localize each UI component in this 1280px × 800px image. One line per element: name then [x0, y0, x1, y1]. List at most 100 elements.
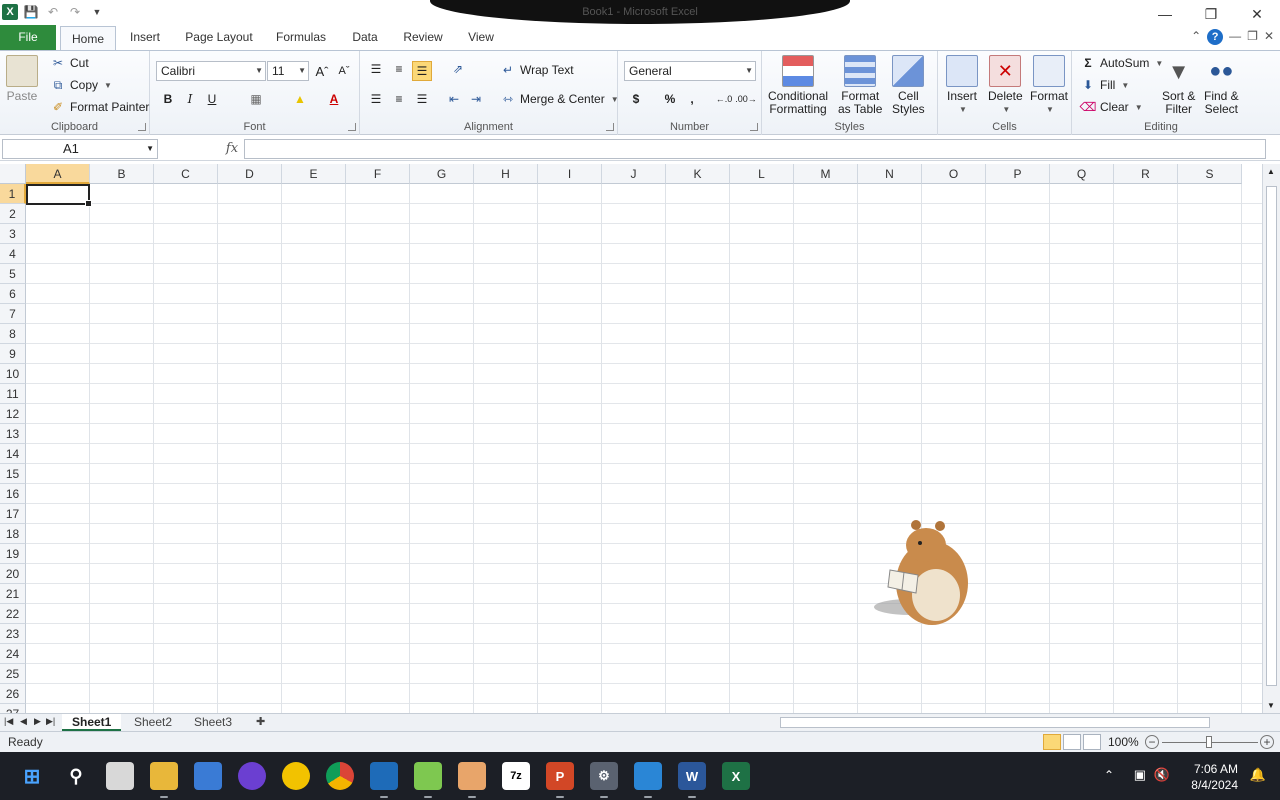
virtualbox-icon[interactable]: [370, 762, 398, 798]
yellow-app-icon[interactable]: [282, 762, 310, 790]
row-header[interactable]: 22: [0, 604, 26, 624]
normal-view-icon[interactable]: [1043, 734, 1061, 750]
fill-color-icon[interactable]: ▲: [290, 89, 310, 109]
powerpoint-icon[interactable]: P: [546, 762, 574, 798]
column-header[interactable]: O: [922, 164, 986, 184]
insert-cells-button[interactable]: Insert ▼: [946, 55, 978, 116]
zoom-slider-thumb[interactable]: [1206, 736, 1212, 748]
underline-button[interactable]: U: [202, 89, 222, 109]
number-launcher-icon[interactable]: [750, 123, 758, 131]
row-header[interactable]: 8: [0, 324, 26, 344]
insert-sheet-icon[interactable]: ✚: [246, 714, 275, 731]
photos-icon[interactable]: [634, 762, 662, 798]
clock[interactable]: 7:06 AM 8/4/2024: [1191, 761, 1238, 793]
wrap-text-button[interactable]: ↵ Wrap Text: [500, 62, 574, 78]
tab-home[interactable]: Home: [60, 26, 116, 51]
font-launcher-icon[interactable]: [348, 123, 356, 131]
column-header[interactable]: B: [90, 164, 154, 184]
wb-minimize-icon[interactable]: —: [1229, 29, 1241, 45]
show-hidden-icons-icon[interactable]: ⌃: [1104, 768, 1114, 782]
row-header[interactable]: 15: [0, 464, 26, 484]
row-header[interactable]: 20: [0, 564, 26, 584]
align-center-icon[interactable]: ≡: [389, 89, 409, 109]
conditional-formatting-button[interactable]: Conditional Formatting: [768, 55, 828, 116]
borders-icon[interactable]: ▦: [246, 89, 266, 109]
first-sheet-icon[interactable]: |◀: [4, 716, 13, 727]
italic-button[interactable]: I: [180, 89, 200, 109]
font-name-combo[interactable]: Calibri ▼: [156, 61, 266, 81]
settings-icon[interactable]: ⚙: [590, 762, 618, 798]
cell-styles-button[interactable]: Cell Styles: [892, 55, 925, 116]
7zip-icon[interactable]: 7z: [502, 762, 530, 790]
row-header[interactable]: 9: [0, 344, 26, 364]
column-header[interactable]: J: [602, 164, 666, 184]
sheet-tab-sheet1[interactable]: Sheet1: [62, 714, 122, 731]
tab-insert[interactable]: Insert: [122, 25, 168, 50]
column-header[interactable]: M: [794, 164, 858, 184]
notification-bell-icon[interactable]: 🔔: [1250, 767, 1266, 783]
format-cells-button[interactable]: Format ▼: [1030, 55, 1068, 116]
orientation-icon[interactable]: ⇗: [448, 59, 468, 79]
row-header[interactable]: 18: [0, 524, 26, 544]
row-header[interactable]: 10: [0, 364, 26, 384]
middle-align-icon[interactable]: ≡: [389, 59, 409, 79]
word-icon[interactable]: W: [678, 762, 706, 798]
sheet-tab-sheet2[interactable]: Sheet2: [124, 714, 182, 731]
name-box[interactable]: A1 ▼: [2, 139, 158, 159]
number-format-combo[interactable]: General ▼: [624, 61, 756, 81]
decrease-decimal-icon[interactable]: .00→: [735, 89, 757, 109]
zoom-level[interactable]: 100%: [1108, 735, 1139, 749]
restore-button[interactable]: ❐: [1188, 0, 1234, 28]
cut-button[interactable]: ✂ Cut: [50, 55, 89, 71]
row-header[interactable]: 3: [0, 224, 26, 244]
currency-button[interactable]: $: [626, 89, 646, 109]
page-break-view-icon[interactable]: [1083, 734, 1101, 750]
store-icon[interactable]: [194, 762, 222, 790]
wb-close-icon[interactable]: ✕: [1264, 29, 1274, 45]
copy-button[interactable]: ⧉ Copy ▼: [50, 77, 112, 93]
active-cell[interactable]: [26, 184, 92, 207]
autosum-button[interactable]: Σ AutoSum ▼: [1080, 55, 1163, 71]
tab-data[interactable]: Data: [344, 25, 386, 50]
sort-filter-button[interactable]: ▼ Sort & Filter: [1162, 55, 1195, 116]
column-header[interactable]: A: [26, 164, 90, 184]
font-color-icon[interactable]: A: [324, 89, 344, 109]
cell-area[interactable]: [26, 184, 1262, 713]
comma-button[interactable]: ,: [682, 89, 702, 109]
help-icon[interactable]: ?: [1207, 29, 1224, 45]
row-header[interactable]: 23: [0, 624, 26, 644]
row-header[interactable]: 13: [0, 424, 26, 444]
prev-sheet-icon[interactable]: ◀: [20, 716, 27, 727]
tab-review[interactable]: Review: [398, 25, 448, 50]
align-left-icon[interactable]: ☰: [366, 89, 386, 109]
tab-page-layout[interactable]: Page Layout: [180, 25, 258, 50]
row-header[interactable]: 27: [0, 704, 26, 713]
scroll-up-icon[interactable]: ▲: [1267, 167, 1275, 176]
row-header[interactable]: 7: [0, 304, 26, 324]
column-header[interactable]: S: [1178, 164, 1242, 184]
column-header[interactable]: K: [666, 164, 730, 184]
merge-center-button[interactable]: ⇿ Merge & Center ▼: [500, 91, 619, 107]
row-header[interactable]: 12: [0, 404, 26, 424]
row-header[interactable]: 16: [0, 484, 26, 504]
decrease-indent-icon[interactable]: ⇤: [444, 89, 464, 109]
vertical-scrollbar[interactable]: ▲ ▼: [1262, 164, 1280, 713]
bottom-align-icon[interactable]: ☰: [412, 61, 432, 81]
select-all-corner[interactable]: [0, 164, 26, 184]
align-right-icon[interactable]: ☰: [412, 89, 432, 109]
row-header[interactable]: 26: [0, 684, 26, 704]
column-header[interactable]: E: [282, 164, 346, 184]
last-sheet-icon[interactable]: ▶|: [46, 716, 55, 727]
customize-qat-icon[interactable]: ▼: [88, 3, 106, 21]
sheet-tab-sheet3[interactable]: Sheet3: [184, 714, 242, 731]
shrink-font-icon[interactable]: Aˇ: [334, 61, 354, 81]
chrome-icon[interactable]: [326, 762, 354, 790]
file-explorer-icon[interactable]: [150, 762, 178, 798]
zoom-out-icon[interactable]: −: [1145, 735, 1159, 749]
next-sheet-icon[interactable]: ▶: [34, 716, 41, 727]
row-header[interactable]: 11: [0, 384, 26, 404]
increase-decimal-icon[interactable]: ←.0: [714, 89, 734, 109]
tab-formulas[interactable]: Formulas: [270, 25, 332, 50]
vertical-scroll-thumb[interactable]: [1266, 186, 1277, 686]
face-app-icon[interactable]: [458, 762, 486, 798]
